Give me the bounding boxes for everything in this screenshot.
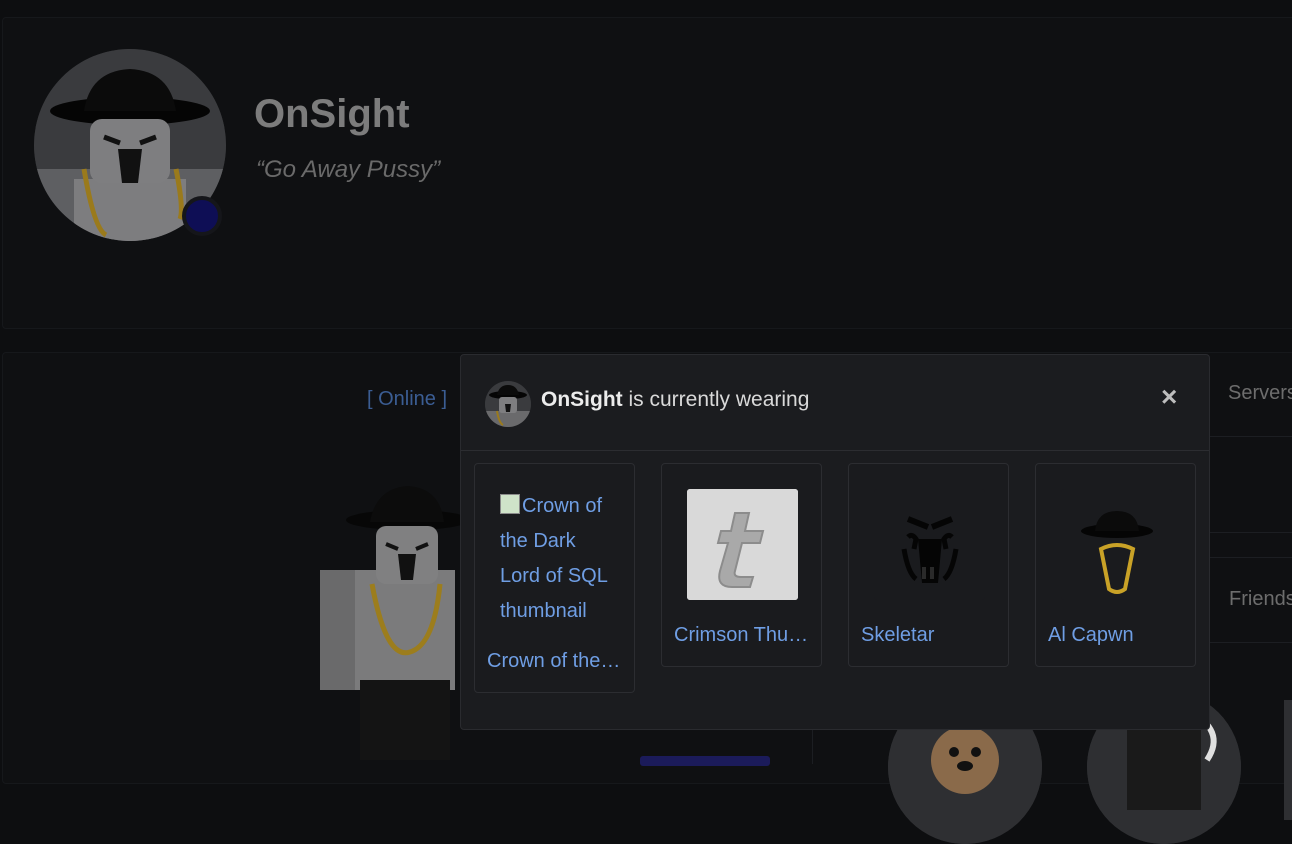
item-name-link[interactable]: Al Capwn [1048,624,1186,647]
item-thumbnail[interactable] [874,489,985,600]
wearing-item-card[interactable]: Crimson Thunder [661,463,822,667]
item-name-link[interactable]: Skeletar [861,624,999,647]
wearing-item-card[interactable]: Crown of the Dark Lord of SQL thumbnail … [474,463,635,693]
servers-tab[interactable]: Servers [1228,382,1292,405]
modal-title-suffix: is currently wearing [622,388,810,411]
modal-header: OnSight is currently wearing × [461,355,1209,451]
divider [1210,557,1292,558]
broken-image-icon [500,494,520,514]
profile-username: OnSight [254,92,410,136]
item-thumbnail[interactable]: Crown of the Dark Lord of SQL thumbnail [500,489,618,629]
t-logo-icon [687,489,798,600]
divider [1210,436,1292,437]
avatar-3d-render [300,480,470,765]
item-thumbnail[interactable] [687,489,798,600]
modal-title: OnSight is currently wearing [541,388,809,412]
online-status-link[interactable]: [ Online ] [367,388,447,411]
profile-blurb: “Go Away Pussy” [256,156,441,183]
item-name-link[interactable]: Crown of the Dark Lord of SQL [487,650,625,673]
close-icon[interactable]: × [1161,381,1177,413]
friend-avatar[interactable] [1284,700,1292,820]
modal-username[interactable]: OnSight [541,388,623,411]
wearing-item-card[interactable]: Al Capwn [1035,463,1196,667]
presence-indicator [182,196,222,236]
friends-tab[interactable]: Friends [1229,588,1292,611]
hat-chain-icon [1061,489,1172,600]
item-name-link[interactable]: Crimson Thunder [674,624,812,647]
thumbnail-alt-text: Crown of the Dark Lord of SQL thumbnail [500,495,608,622]
action-button[interactable] [640,756,770,766]
divider [1210,532,1292,533]
divider [1210,642,1292,643]
item-thumbnail[interactable] [1061,489,1172,600]
wearing-item-card[interactable]: Skeletar [848,463,1009,667]
skull-face-icon [874,489,985,600]
currently-wearing-modal: OnSight is currently wearing × Crown of … [460,354,1210,730]
divider [812,730,813,764]
modal-user-avatar [485,381,531,427]
